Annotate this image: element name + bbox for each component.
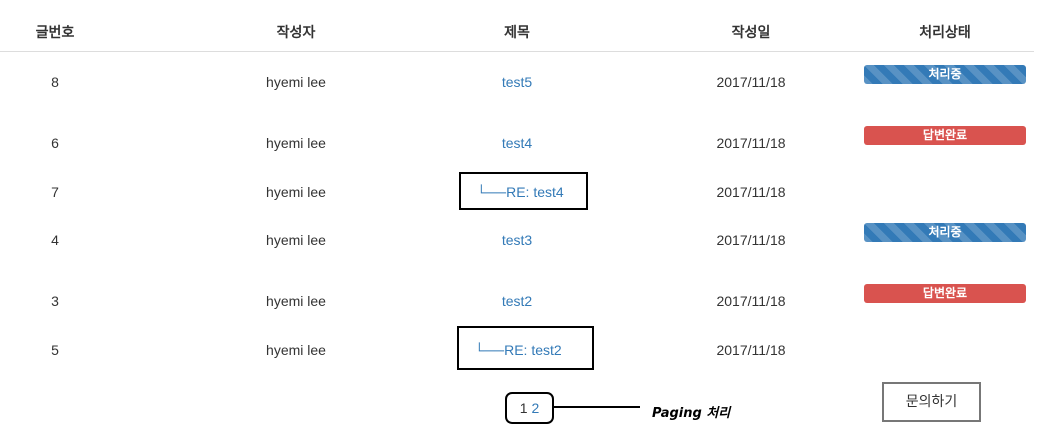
post-title-link[interactable]: test3 bbox=[502, 232, 532, 248]
post-number: 4 bbox=[51, 232, 59, 248]
reply-title: └──RE: test4 bbox=[476, 184, 563, 200]
status-badge-in-progress: 처리중 bbox=[864, 65, 1026, 84]
status-badge-in-progress: 처리중 bbox=[864, 223, 1026, 242]
reply-indent-icon: └── bbox=[476, 184, 507, 200]
post-date: 2017/11/18 bbox=[716, 293, 786, 309]
post-number: 6 bbox=[51, 135, 59, 151]
paging-annotation-label: Paging 처리 bbox=[652, 406, 731, 421]
header-date: 작성일 bbox=[731, 25, 771, 41]
pagination: 1 2 bbox=[505, 392, 554, 424]
header-author: 작성자 bbox=[276, 25, 316, 41]
post-title-link[interactable]: test5 bbox=[502, 74, 532, 90]
post-date: 2017/11/18 bbox=[716, 232, 786, 248]
reply-indent-icon: └── bbox=[474, 342, 505, 358]
post-number: 3 bbox=[51, 293, 59, 309]
post-author: hyemi lee bbox=[266, 74, 326, 90]
post-author: hyemi lee bbox=[266, 135, 326, 151]
post-author: hyemi lee bbox=[266, 184, 326, 200]
table-header: 글번호 작성자 제목 작성일 처리상태 bbox=[0, 0, 1034, 52]
post-author: hyemi lee bbox=[266, 232, 326, 248]
post-title-link[interactable]: RE: test4 bbox=[506, 184, 564, 200]
reply-title: └──RE: test2 bbox=[474, 342, 561, 358]
post-number: 5 bbox=[51, 342, 59, 358]
post-author: hyemi lee bbox=[266, 342, 326, 358]
ask-question-button[interactable]: 문의하기 bbox=[882, 382, 981, 422]
header-status: 처리상태 bbox=[919, 25, 971, 41]
post-title-link[interactable]: test2 bbox=[502, 293, 532, 309]
post-date: 2017/11/18 bbox=[716, 342, 786, 358]
status-badge-answered: 답변완료 bbox=[864, 126, 1026, 145]
header-title: 제목 bbox=[504, 25, 530, 41]
annotation-connector-line bbox=[554, 406, 640, 408]
post-title-link[interactable]: RE: test2 bbox=[504, 342, 562, 358]
post-number: 7 bbox=[51, 184, 59, 200]
header-no: 글번호 bbox=[35, 25, 75, 41]
post-author: hyemi lee bbox=[266, 293, 326, 309]
post-date: 2017/11/18 bbox=[716, 184, 786, 200]
post-date: 2017/11/18 bbox=[716, 135, 786, 151]
status-badge-answered: 답변완료 bbox=[864, 284, 1026, 303]
post-title-link[interactable]: test4 bbox=[502, 135, 532, 151]
post-date: 2017/11/18 bbox=[716, 74, 786, 90]
post-number: 8 bbox=[51, 74, 59, 90]
page-current: 1 bbox=[519, 400, 528, 416]
page-link-2[interactable]: 2 bbox=[531, 400, 539, 416]
